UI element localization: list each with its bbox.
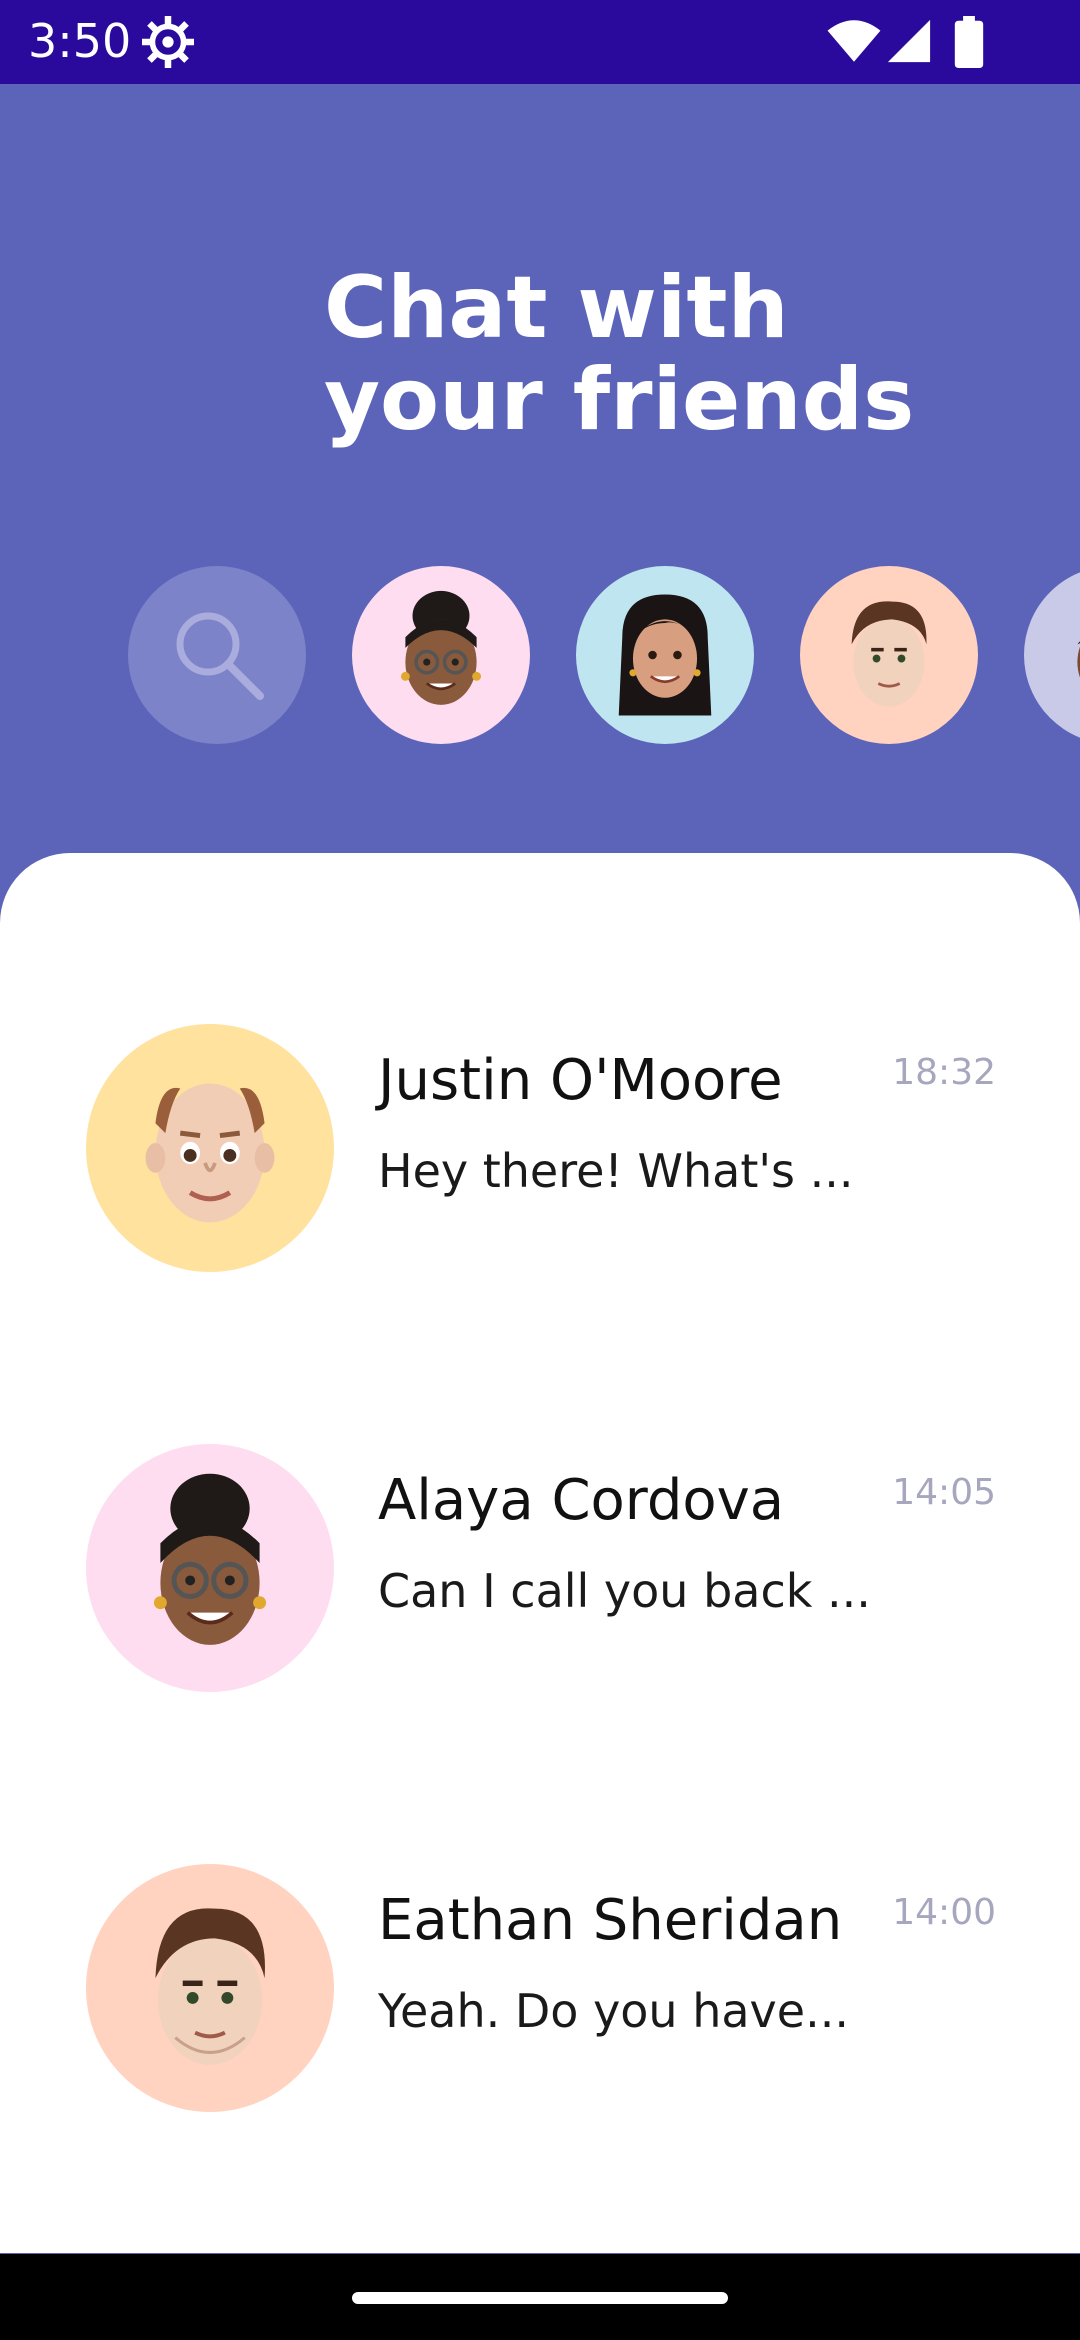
message-time: 14:00 bbox=[892, 1892, 996, 1933]
eathan-sheridan-avatar bbox=[155, 1908, 265, 2065]
chat-row[interactable]: Eathan Sheridan Yeah. Do you have... 14:… bbox=[0, 1864, 1080, 2114]
justin-omoore-avatar bbox=[145, 1083, 275, 1223]
alaya-cordova-avatar bbox=[400, 590, 482, 705]
message-preview: Hey there! What's ... bbox=[378, 1144, 854, 1198]
story-avatar-alaya[interactable] bbox=[352, 566, 530, 744]
message-time: 18:32 bbox=[892, 1052, 996, 1093]
page-title-line-2: your friends bbox=[324, 350, 915, 450]
friend-avatar-long-hair bbox=[618, 594, 712, 716]
search-icon bbox=[176, 612, 264, 700]
page-title: Chat with your friends bbox=[324, 262, 964, 446]
chat-row[interactable]: Alaya Cordova Can I call you back ... 14… bbox=[0, 1444, 1080, 1694]
eathan-sheridan-avatar bbox=[851, 601, 927, 707]
search-button[interactable] bbox=[128, 566, 306, 744]
avatar bbox=[86, 1864, 334, 2112]
contact-name: Justin O'Moore bbox=[378, 1048, 783, 1113]
message-preview: Yeah. Do you have... bbox=[378, 1984, 849, 2038]
friends-carousel[interactable] bbox=[0, 566, 1080, 746]
contact-name: Alaya Cordova bbox=[378, 1468, 785, 1533]
alaya-cordova-avatar bbox=[153, 1473, 267, 1645]
story-avatar-5[interactable] bbox=[1024, 566, 1080, 744]
story-avatar-2[interactable] bbox=[576, 566, 754, 744]
friend-avatar-partial bbox=[1077, 641, 1080, 678]
message-time: 14:05 bbox=[892, 1472, 996, 1513]
chat-row[interactable]: Justin O'Moore Hey there! What's ... 18:… bbox=[0, 1024, 1080, 1274]
status-time: 3:50 bbox=[28, 14, 132, 68]
story-avatar-eathan[interactable] bbox=[800, 566, 978, 744]
avatar bbox=[86, 1444, 334, 1692]
signal-icon bbox=[887, 19, 931, 63]
contact-name: Eathan Sheridan bbox=[378, 1888, 843, 1953]
home-indicator[interactable] bbox=[352, 2292, 728, 2304]
page-title-line-1: Chat with bbox=[324, 258, 789, 358]
navigation-bar bbox=[0, 2254, 1080, 2340]
status-bar: 3:50 bbox=[0, 0, 1080, 84]
message-preview: Can I call you back ... bbox=[378, 1564, 871, 1618]
battery-icon bbox=[954, 16, 984, 68]
wifi-icon bbox=[827, 20, 881, 62]
gear-icon bbox=[142, 16, 194, 68]
avatar bbox=[86, 1024, 334, 1272]
chat-list-sheet: Justin O'Moore Hey there! What's ... 18:… bbox=[0, 853, 1080, 2253]
